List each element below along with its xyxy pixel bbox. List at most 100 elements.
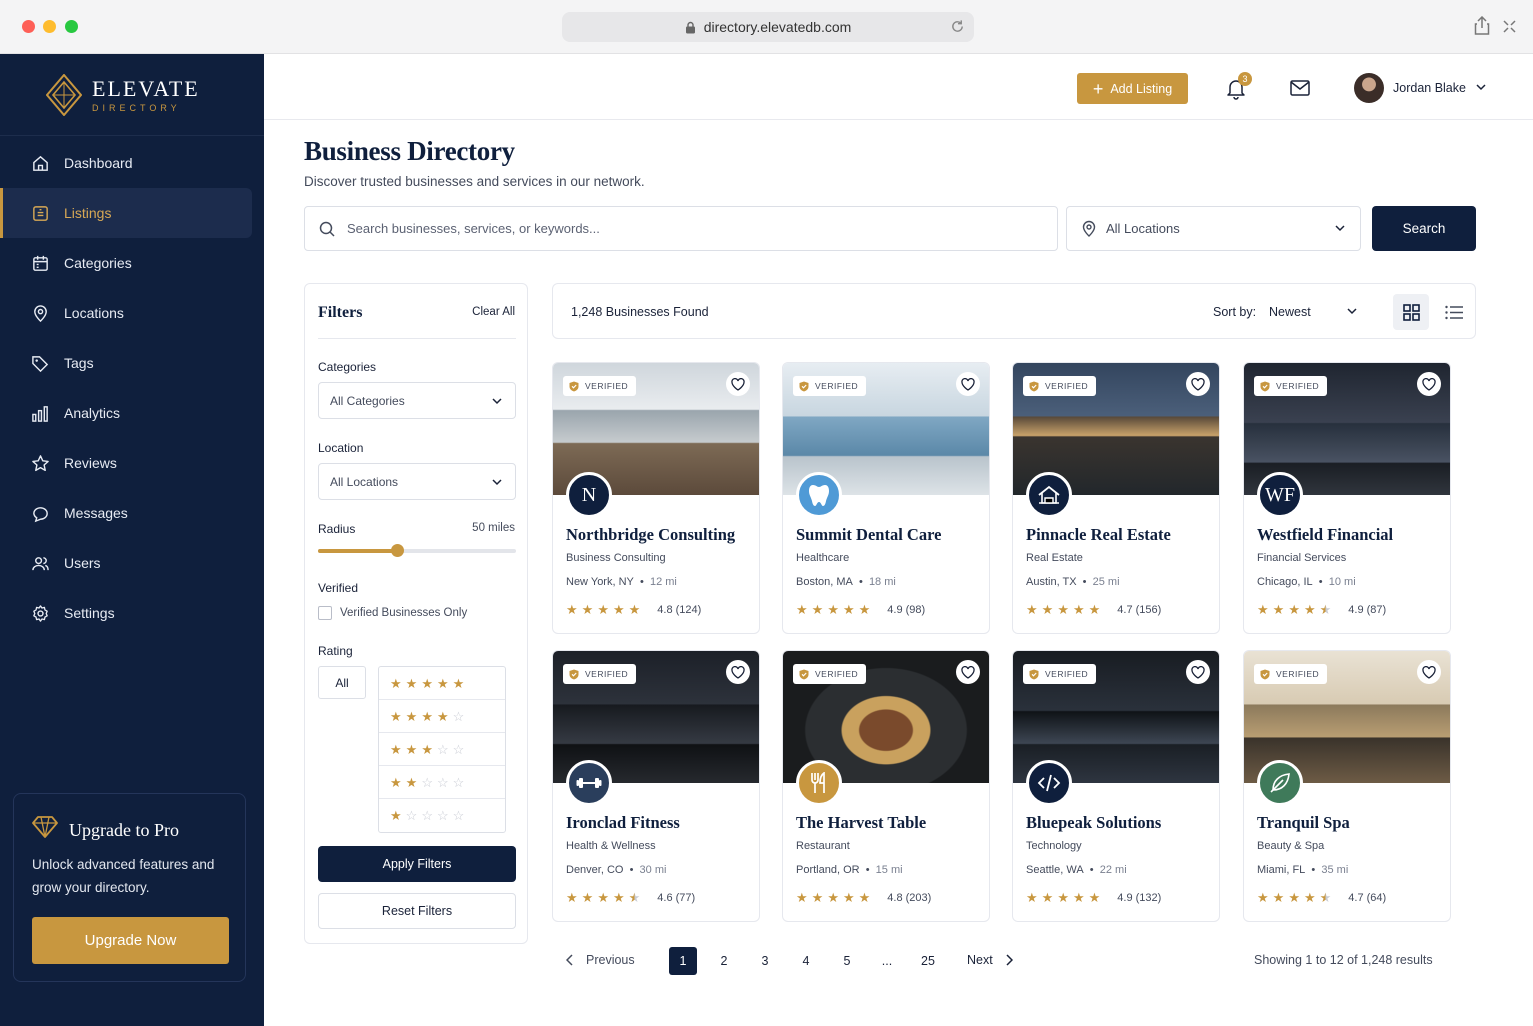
listing-location: Chicago, IL • 10 mi xyxy=(1257,576,1356,588)
address-bar[interactable]: directory.elevatedb.com xyxy=(562,12,974,42)
filters-divider xyxy=(318,338,516,339)
favorite-button[interactable] xyxy=(956,372,980,396)
listing-card[interactable]: VERIFIED The Harvest Table Restaurant Portl… xyxy=(782,650,990,922)
listing-card[interactable]: VERIFIED Pinnacle Real Estate Real Estate A… xyxy=(1012,362,1220,634)
search-input[interactable]: Search businesses, services, or keywords… xyxy=(304,206,1058,251)
favorite-button[interactable] xyxy=(1417,372,1441,396)
favorite-button[interactable] xyxy=(1186,660,1210,684)
listing-name[interactable]: Summit Dental Care xyxy=(796,525,941,545)
star-empty-icon: ☆ xyxy=(452,708,465,724)
heart-icon xyxy=(1422,377,1436,391)
categories-select[interactable]: All Categories xyxy=(318,382,516,419)
listing-name[interactable]: The Harvest Table xyxy=(796,813,926,833)
listing-name[interactable]: Westfield Financial xyxy=(1257,525,1393,545)
listing-distance: 35 mi xyxy=(1321,864,1349,876)
user-name[interactable]: Jordan Blake xyxy=(1393,81,1466,95)
previous-page-button[interactable]: Previous xyxy=(566,953,635,967)
listing-name[interactable]: Northbridge Consulting xyxy=(566,525,735,545)
page-1-button[interactable]: 1 xyxy=(669,947,697,975)
radius-slider[interactable] xyxy=(318,544,516,557)
page-3-button[interactable]: 3 xyxy=(751,947,779,975)
favorite-button[interactable] xyxy=(956,660,980,684)
apply-filters-button[interactable]: Apply Filters xyxy=(318,846,516,882)
top-bar: + Add Listing 3 Jordan Blake xyxy=(264,54,1533,120)
results-toolbar: 1,248 Businesses Found Sort by: Newest xyxy=(552,283,1476,339)
sidebar-item-dashboard[interactable]: Dashboard xyxy=(0,138,264,188)
minimize-window-button[interactable] xyxy=(43,20,56,33)
rating-option[interactable]: ★ ★ ☆ ☆ ☆ xyxy=(379,766,505,799)
listing-rating: ★ ★ ★ ★ ★ 4.6 (77) xyxy=(566,891,695,904)
sidebar-item-categories[interactable]: Categories xyxy=(0,238,264,288)
rating-value: 4.9 (87) xyxy=(1348,603,1387,616)
rating-option[interactable]: ★ ★ ★ ★ ★ xyxy=(379,667,505,700)
sidebar-item-analytics[interactable]: Analytics xyxy=(0,388,264,438)
favorite-button[interactable] xyxy=(726,660,750,684)
rating-option[interactable]: ★ ★ ★ ★ ☆ xyxy=(379,700,505,733)
radius-slider-handle[interactable] xyxy=(391,544,405,557)
share-icon[interactable] xyxy=(1474,16,1490,35)
sidebar-item-label: Listings xyxy=(64,205,112,221)
checkbox-box[interactable] xyxy=(318,606,332,620)
grid-view-button[interactable] xyxy=(1393,294,1429,330)
listing-name[interactable]: Pinnacle Real Estate xyxy=(1026,525,1171,545)
sidebar-item-settings[interactable]: Settings xyxy=(0,588,264,638)
listing-card[interactable]: VERIFIED Summit Dental Care Healthcare Bost… xyxy=(782,362,990,634)
sidebar-item-locations[interactable]: Locations xyxy=(0,288,264,338)
tooth-icon xyxy=(796,472,842,518)
rating-option[interactable]: ★ ☆ ☆ ☆ ☆ xyxy=(379,799,505,832)
mail-icon[interactable] xyxy=(1290,80,1310,96)
next-page-button[interactable]: Next xyxy=(967,953,1013,967)
listing-card[interactable]: VERIFIED Bluepeak Solutions Technology Seat… xyxy=(1012,650,1220,922)
separator-dot: • xyxy=(1312,576,1329,588)
verified-checkbox[interactable]: Verified Businesses Only xyxy=(318,606,467,620)
listing-city: New York, NY xyxy=(566,576,634,588)
listing-card[interactable]: VERIFIED Ironclad Fitness Health & Wellnes… xyxy=(552,650,760,922)
reset-filters-button[interactable]: Reset Filters xyxy=(318,893,516,929)
star-empty-icon: ☆ xyxy=(452,808,465,823)
heart-icon xyxy=(961,665,975,679)
sidebar-item-messages[interactable]: Messages xyxy=(0,488,264,538)
sidebar-item-tags[interactable]: Tags xyxy=(0,338,264,388)
listing-name[interactable]: Bluepeak Solutions xyxy=(1026,813,1161,833)
listing-card[interactable]: VERIFIED N Northbridge Consulting Business … xyxy=(552,362,760,634)
avatar[interactable] xyxy=(1354,73,1384,103)
rating-option[interactable]: ★ ★ ★ ☆ ☆ xyxy=(379,733,505,766)
page-4-button[interactable]: 4 xyxy=(792,947,820,975)
favorite-button[interactable] xyxy=(726,372,750,396)
reload-icon[interactable] xyxy=(950,19,965,34)
maximize-window-button[interactable] xyxy=(65,20,78,33)
page-2-button[interactable]: 2 xyxy=(710,947,738,975)
sidebar-item-reviews[interactable]: Reviews xyxy=(0,438,264,488)
list-view-button[interactable] xyxy=(1436,294,1472,330)
location-select[interactable]: All Locations xyxy=(1066,206,1361,251)
chevron-down-icon[interactable] xyxy=(1475,82,1487,92)
clear-all-link[interactable]: Clear All xyxy=(472,306,515,318)
listing-name[interactable]: Ironclad Fitness xyxy=(566,813,680,833)
separator-dot: • xyxy=(1076,576,1093,588)
collapse-icon[interactable] xyxy=(1503,20,1516,33)
add-listing-button[interactable]: + Add Listing xyxy=(1077,73,1188,104)
page-5-button[interactable]: 5 xyxy=(833,947,861,975)
sidebar-item-users[interactable]: Users xyxy=(0,538,264,588)
rating-all-button[interactable]: All xyxy=(318,666,366,699)
brand-logo[interactable]: ELEVATE DIRECTORY xyxy=(46,74,200,116)
chevron-down-icon[interactable] xyxy=(1346,306,1358,316)
favorite-button[interactable] xyxy=(1186,372,1210,396)
star-filled-icon: ★ xyxy=(827,602,839,617)
page-25-button[interactable]: 25 xyxy=(914,947,942,975)
star-empty-icon: ☆ xyxy=(452,741,465,757)
listing-card[interactable]: VERIFIED Tranquil Spa Beauty & Spa Miami, F… xyxy=(1243,650,1451,922)
listing-card[interactable]: VERIFIED WF Westfield Financial Financial S… xyxy=(1243,362,1451,634)
upgrade-now-button[interactable]: Upgrade Now xyxy=(32,917,229,964)
location-filter-select[interactable]: All Locations xyxy=(318,463,516,500)
verified-label: VERIFIED xyxy=(815,669,859,679)
sort-select[interactable]: Newest xyxy=(1269,305,1311,319)
favorite-button[interactable] xyxy=(1417,660,1441,684)
close-window-button[interactable] xyxy=(22,20,35,33)
search-button[interactable]: Search xyxy=(1372,206,1476,251)
listing-distance: 25 mi xyxy=(1092,576,1120,588)
heart-icon xyxy=(1191,665,1205,679)
listing-name[interactable]: Tranquil Spa xyxy=(1257,813,1350,833)
sidebar-divider xyxy=(0,135,264,136)
sidebar-item-listings[interactable]: Listings xyxy=(0,188,252,238)
